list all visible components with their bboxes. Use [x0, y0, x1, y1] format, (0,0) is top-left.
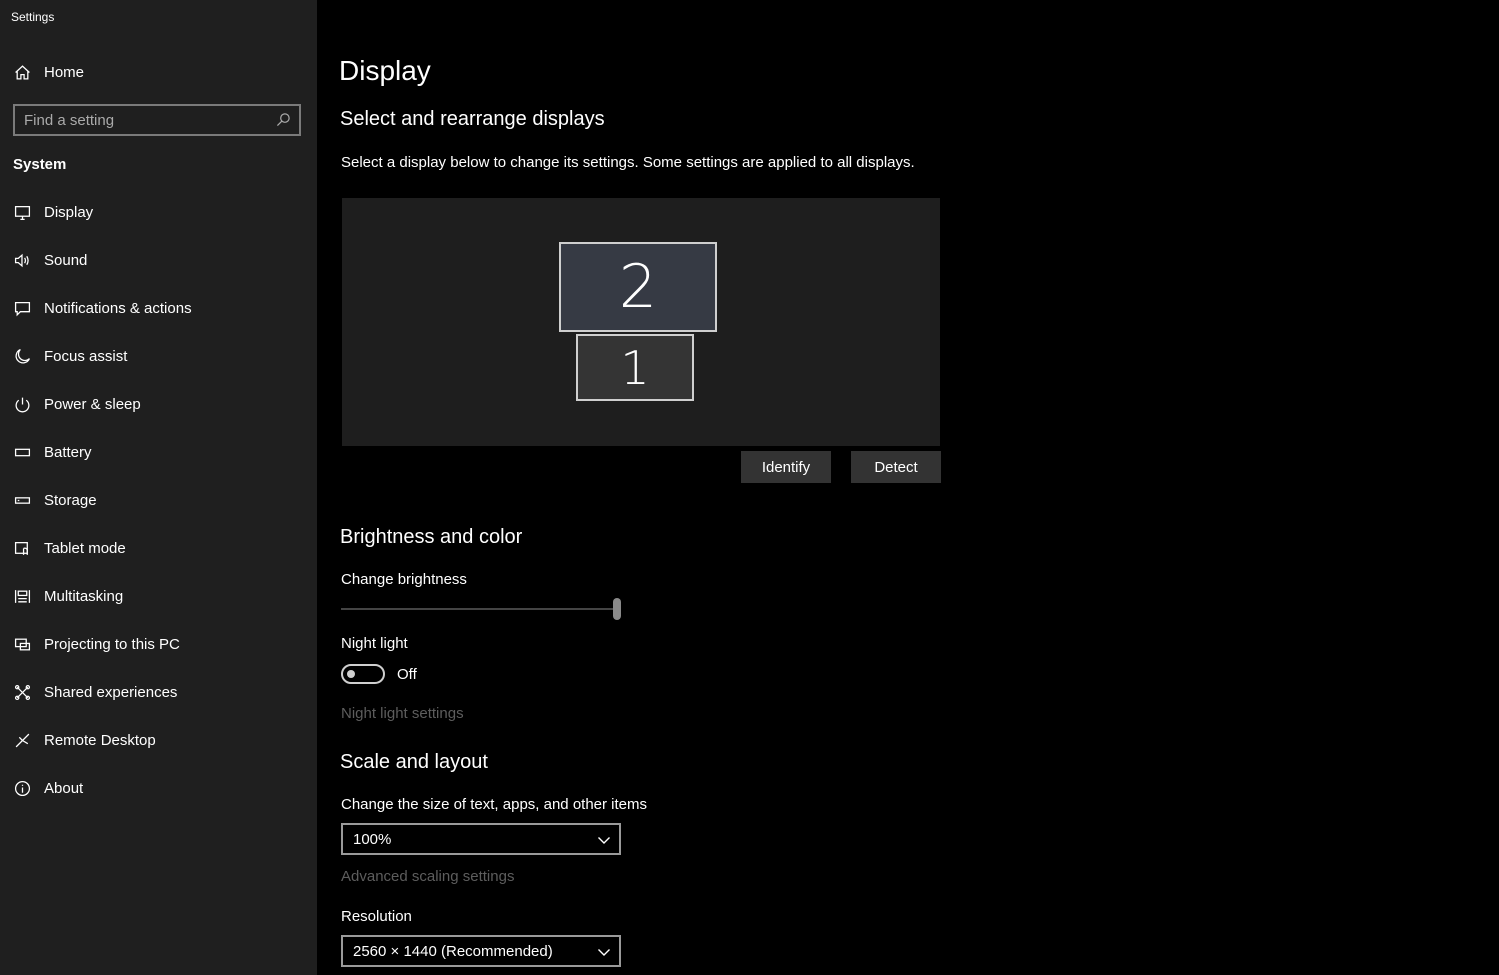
search-input[interactable]	[24, 110, 274, 130]
brightness-slider[interactable]	[341, 597, 621, 621]
sidebar-item-power-sleep[interactable]: Power & sleep	[0, 382, 317, 426]
sidebar-item-label: Storage	[44, 491, 97, 509]
speaker-icon	[12, 250, 32, 270]
arrange-displays-description: Select a display below to change its set…	[341, 154, 915, 171]
toggle-knob	[347, 670, 355, 678]
resolution-label: Resolution	[341, 908, 412, 925]
search-box[interactable]	[13, 104, 301, 136]
sidebar-item-label: Power & sleep	[44, 395, 141, 413]
sidebar-item-about[interactable]: About	[0, 766, 317, 810]
sidebar-item-multitasking[interactable]: Multitasking	[0, 574, 317, 618]
main-content: Display Select and rearrange displays Se…	[317, 0, 1499, 975]
sidebar-item-label: Remote Desktop	[44, 731, 156, 749]
remote-desktop-icon	[12, 730, 32, 750]
scale-layout-heading: Scale and layout	[340, 751, 488, 773]
projector-icon	[12, 634, 32, 654]
moon-icon	[12, 346, 32, 366]
display-2-tile[interactable]: 2	[559, 242, 717, 332]
brightness-color-heading: Brightness and color	[340, 526, 523, 548]
sidebar-item-label: Projecting to this PC	[44, 635, 180, 653]
storage-icon	[12, 490, 32, 510]
display-1-tile[interactable]: 1	[576, 334, 694, 401]
power-icon	[12, 394, 32, 414]
scale-dropdown-value: 100%	[353, 831, 392, 848]
shared-experiences-icon	[12, 682, 32, 702]
sidebar-item-label: About	[44, 779, 84, 797]
sidebar-item-notifications[interactable]: Notifications & actions	[0, 286, 317, 330]
sidebar-item-sound[interactable]: Sound	[0, 238, 317, 282]
sidebar-item-label: Display	[44, 203, 94, 221]
home-icon	[12, 62, 32, 82]
brightness-slider-thumb[interactable]	[613, 598, 621, 620]
sidebar-item-label: Battery	[44, 443, 92, 461]
monitor-icon	[12, 202, 32, 222]
night-light-settings-link[interactable]: Night light settings	[341, 705, 464, 722]
resolution-dropdown-value: 2560 × 1440 (Recommended)	[353, 943, 553, 960]
home-nav-item[interactable]: Home	[0, 52, 317, 92]
sidebar-item-remote-desktop[interactable]: Remote Desktop	[0, 718, 317, 762]
tablet-mode-icon	[12, 538, 32, 558]
sidebar-item-label: Sound	[44, 251, 88, 269]
advanced-scaling-link[interactable]: Advanced scaling settings	[341, 868, 514, 885]
sidebar-item-battery[interactable]: Battery	[0, 430, 317, 474]
detect-button[interactable]: Detect	[851, 451, 941, 483]
search-icon[interactable]	[276, 112, 292, 128]
sidebar-item-display[interactable]: Display	[0, 190, 317, 234]
text-size-label: Change the size of text, apps, and other…	[341, 796, 648, 813]
night-light-toggle[interactable]	[341, 664, 385, 684]
identify-button[interactable]: Identify	[741, 451, 831, 483]
sidebar-item-projecting[interactable]: Projecting to this PC	[0, 622, 317, 666]
app-title: Settings	[11, 10, 55, 24]
brightness-slider-track[interactable]	[341, 608, 617, 610]
night-light-state: Off	[397, 666, 417, 683]
sidebar-item-label: Focus assist	[44, 347, 128, 365]
resolution-dropdown[interactable]: 2560 × 1440 (Recommended)	[341, 935, 621, 967]
sidebar-item-shared-experiences[interactable]: Shared experiences	[0, 670, 317, 714]
info-icon	[12, 778, 32, 798]
page-title: Display	[339, 55, 431, 86]
scale-dropdown[interactable]: 100%	[341, 823, 621, 855]
display-arrangement-canvas[interactable]: 2 1	[342, 198, 940, 446]
sidebar-item-tablet-mode[interactable]: Tablet mode	[0, 526, 317, 570]
home-label: Home	[44, 63, 85, 81]
sidebar-item-label: Shared experiences	[44, 683, 178, 701]
battery-icon	[12, 442, 32, 462]
multitasking-icon	[12, 586, 32, 606]
system-section-header: System	[13, 156, 67, 173]
night-light-label: Night light	[341, 635, 408, 652]
sidebar-item-label: Notifications & actions	[44, 299, 192, 317]
chevron-down-icon	[597, 945, 611, 959]
arrange-displays-heading: Select and rearrange displays	[340, 108, 605, 130]
notification-icon	[12, 298, 32, 318]
sidebar-item-storage[interactable]: Storage	[0, 478, 317, 522]
sidebar-item-focus-assist[interactable]: Focus assist	[0, 334, 317, 378]
sidebar-item-label: Tablet mode	[44, 539, 126, 557]
chevron-down-icon	[597, 833, 611, 847]
sidebar-item-label: Multitasking	[44, 587, 124, 605]
change-brightness-label: Change brightness	[341, 571, 467, 588]
sidebar: Settings Home System Display Sound Notif…	[0, 0, 317, 975]
